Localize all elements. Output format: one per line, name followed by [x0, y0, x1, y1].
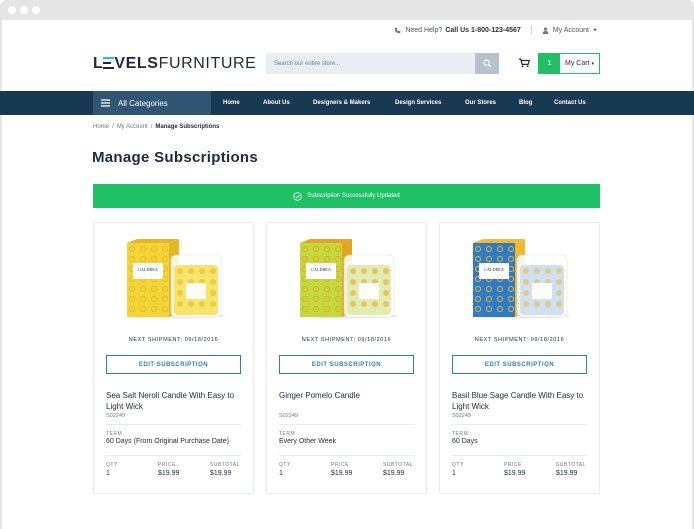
window-dot-icon	[20, 6, 28, 14]
window-dot-icon	[32, 6, 40, 14]
qty-value: 1	[106, 470, 110, 477]
term-label: TERM	[279, 431, 296, 437]
term-value: Every Other Week	[279, 438, 337, 445]
divider	[530, 25, 532, 35]
help-phone-link[interactable]: Call Us 1-800-123-4567	[445, 27, 521, 34]
subtotal-label: SUBTOTAL	[210, 462, 240, 468]
subtotal-label: SUBTOTAL	[383, 462, 413, 468]
cart-count-badge: 1	[539, 54, 560, 73]
nav-link-home[interactable]: Home	[223, 91, 240, 115]
qty-value: 1	[279, 470, 283, 477]
divider	[452, 424, 587, 425]
term-value: 60 Days	[452, 438, 478, 445]
nav-link-about-us[interactable]: About Us	[263, 91, 290, 115]
search-bar: Search our entire store...	[266, 53, 499, 74]
edit-subscription-button[interactable]: EDIT SUBSCRIPTION	[106, 355, 241, 374]
subtotal-value: $19.99	[210, 470, 232, 477]
success-banner: Subscription Successfully Updated	[93, 184, 600, 208]
cart-label: My Cart ▾	[565, 60, 594, 67]
qty-value: 1	[452, 470, 456, 477]
check-circle-icon	[293, 191, 302, 201]
menu-icon	[101, 99, 110, 107]
product-image: CALDREA	[471, 239, 571, 319]
nav-link-designers-makers[interactable]: Designers & Makers	[313, 91, 370, 115]
product-name[interactable]: Sea Salt Neroli Candle With Easy to Ligh…	[106, 390, 244, 412]
utility-bar: Need Help? Call Us 1-800-123-4567 My Acc…	[394, 22, 602, 38]
price-label: PRICE	[504, 462, 522, 468]
phone-icon	[395, 27, 401, 33]
next-shipment-label: NEXT SHIPMENT: 09/18/2016	[128, 337, 219, 343]
logo-rest: FURNITURE	[158, 55, 257, 72]
svg-text:CALDREA: CALDREA	[311, 267, 331, 272]
product-sku: S02249	[106, 413, 125, 419]
edit-subscription-button[interactable]: EDIT SUBSCRIPTION	[279, 355, 414, 374]
product-image: CALDREA	[298, 239, 398, 319]
user-icon	[542, 26, 549, 34]
product-name[interactable]: Basil Blue Sage Candle With Easy to Ligh…	[452, 390, 590, 412]
svg-text:CALDREA: CALDREA	[484, 267, 504, 272]
product-image: CALDREA	[125, 239, 225, 319]
product-sku: S02249	[452, 413, 471, 419]
breadcrumb: Home / My Account / Manage Subscriptions	[93, 124, 220, 130]
all-categories-button[interactable]: All Categories	[93, 91, 211, 115]
nav-link-contact-us[interactable]: Contact Us	[554, 91, 586, 115]
page-title: Manage Subscriptions	[92, 149, 259, 166]
divider	[106, 455, 241, 456]
subtotal-value: $19.99	[383, 470, 405, 477]
qty-label: QTY	[452, 462, 464, 468]
term-label: TERM	[106, 431, 123, 437]
account-label: My Account	[552, 26, 589, 34]
next-shipment-label: NEXT SHIPMENT: 09/18/2016	[301, 337, 392, 343]
breadcrumb-current: Manage Subscriptions	[155, 124, 220, 130]
divider	[106, 424, 241, 425]
cart-icon[interactable]	[519, 58, 530, 68]
term-value: 60 Days (From Original Purchase Date)	[106, 438, 229, 445]
nav-link-design-services[interactable]: Design Services	[395, 91, 441, 115]
price-value: $19.99	[158, 470, 180, 477]
divider	[279, 424, 414, 425]
breadcrumb-item-my-account[interactable]: My Account	[117, 124, 148, 130]
browser-chrome	[0, 0, 694, 20]
subscription-card: CALDREA NEXT SHIPMENT: 09/18/2016 EDIT S…	[266, 222, 427, 494]
qty-label: QTY	[279, 462, 291, 468]
next-shipment-label: NEXT SHIPMENT: 09/18/2016	[474, 337, 565, 343]
search-icon	[483, 59, 491, 68]
chevron-down-icon	[593, 28, 597, 32]
divider	[279, 455, 414, 456]
nav-link-our-stores[interactable]: Our Stores	[465, 91, 496, 115]
term-label: TERM	[452, 431, 469, 437]
divider	[452, 455, 587, 456]
svg-text:CALDREA: CALDREA	[138, 267, 158, 272]
price-label: PRICE	[331, 462, 349, 468]
logo-e-glyph	[103, 57, 115, 70]
product-name[interactable]: Ginger Pomelo Candle	[279, 390, 417, 401]
price-value: $19.99	[504, 470, 526, 477]
success-message: Subscription Successfully Updated	[307, 193, 400, 199]
help-label: Need Help?	[405, 26, 443, 34]
account-menu[interactable]: My Account	[542, 27, 602, 34]
search-button[interactable]	[475, 53, 499, 74]
site-logo[interactable]: L VELSFURNITURE	[93, 55, 256, 73]
qty-label: QTY	[106, 462, 118, 468]
window-dot-icon	[8, 6, 16, 14]
all-categories-label: All Categories	[118, 98, 168, 108]
logo-bold: L VELS	[93, 55, 159, 72]
price-value: $19.99	[331, 470, 353, 477]
breadcrumb-item-home[interactable]: Home	[93, 124, 109, 130]
edit-subscription-button[interactable]: EDIT SUBSCRIPTION	[452, 355, 587, 374]
subtotal-label: SUBTOTAL	[556, 462, 586, 468]
search-input[interactable]: Search our entire store...	[266, 61, 475, 67]
subtotal-value: $19.99	[556, 470, 578, 477]
price-label: PRICE	[158, 462, 176, 468]
subscription-card: CALDREA NEXT SHIPMENT: 09/18/2016 EDIT S…	[439, 222, 600, 494]
product-sku: S02249	[279, 413, 298, 419]
nav-link-blog[interactable]: Blog	[519, 91, 532, 115]
cart-button[interactable]: 1 My Cart ▾	[538, 53, 600, 74]
subscription-card: CALDREA NEXT SHIPMENT: 09/18/2016 EDIT S…	[93, 222, 254, 494]
main-nav: All Categories Home About Us Designers &…	[0, 91, 694, 115]
